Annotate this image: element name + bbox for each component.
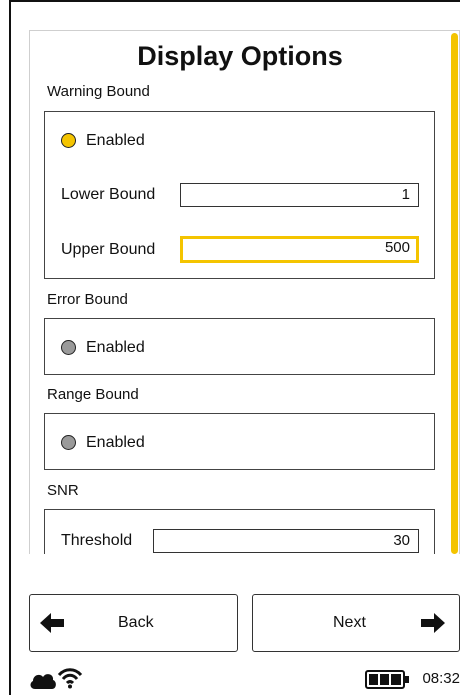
cloud-icon [30, 674, 56, 689]
status-bar: 08:32 [29, 664, 460, 695]
display-options-panel: Display Options Warning Bound Enabled Lo… [29, 30, 460, 554]
snr-label: SNR [47, 482, 79, 499]
range-bound-label: Range Bound [47, 386, 139, 403]
scrollbar[interactable] [451, 33, 458, 554]
threshold-label: Threshold [61, 532, 133, 549]
lower-bound-input[interactable]: 1 [180, 183, 419, 207]
page-title: Display Options [137, 41, 343, 71]
back-button[interactable]: Back [29, 594, 238, 652]
error-enabled-radio[interactable] [61, 340, 76, 355]
error-bound-label: Error Bound [47, 291, 128, 308]
next-button[interactable]: Next [252, 594, 460, 652]
arrow-right-icon [421, 613, 445, 633]
snr-group: Threshold 30 [44, 509, 435, 554]
lower-bound-label: Lower Bound [61, 186, 156, 203]
upper-bound-input[interactable]: 500 [180, 236, 419, 263]
wifi-icon [57, 668, 83, 689]
range-bound-group: Enabled [44, 413, 435, 470]
battery-icon [365, 670, 409, 689]
next-label: Next [333, 614, 366, 631]
warning-bound-group: Enabled Lower Bound 1 Upper Bound 500 [44, 111, 435, 279]
arrow-left-icon [40, 613, 64, 633]
warning-enabled-radio[interactable] [61, 133, 76, 148]
range-enabled-label[interactable]: Enabled [86, 434, 145, 452]
threshold-input[interactable]: 30 [153, 529, 419, 553]
error-bound-group: Enabled [44, 318, 435, 375]
error-enabled-label[interactable]: Enabled [86, 339, 145, 357]
warning-bound-label: Warning Bound [47, 83, 150, 100]
clock: 08:32 [422, 670, 460, 687]
range-enabled-radio[interactable] [61, 435, 76, 450]
back-label: Back [118, 614, 154, 631]
warning-enabled-label[interactable]: Enabled [86, 132, 145, 150]
upper-bound-label: Upper Bound [61, 241, 156, 258]
